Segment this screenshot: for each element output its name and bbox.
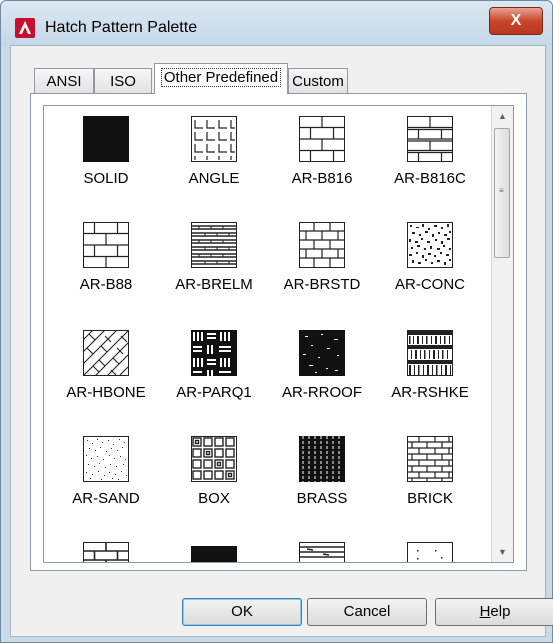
pattern-item-partial-4[interactable] <box>376 532 484 562</box>
pattern-label: BOX <box>198 490 230 507</box>
angle-icon <box>191 116 237 162</box>
help-button[interactable]: Help <box>435 598 553 626</box>
pattern-item-ar-brelm[interactable]: AR-BRELM <box>160 212 268 312</box>
pattern-item-ar-rshke[interactable]: AR-RSHKE <box>376 320 484 420</box>
tab-iso-label: ISO <box>110 73 136 90</box>
autocad-logo-icon <box>15 18 35 38</box>
pattern-item-ar-hbone[interactable]: AR-HBONE <box>52 320 160 420</box>
cancel-button[interactable]: Cancel <box>307 598 427 626</box>
pattern-label: ANGLE <box>188 170 240 187</box>
pattern-item-ar-rroof[interactable]: AR-RROOF <box>268 320 376 420</box>
sand-icon <box>83 436 129 482</box>
pattern-label: SOLID <box>83 170 129 187</box>
tab-ansi[interactable]: ANSI <box>34 68 94 93</box>
dialog-client-area: ANSI ISO Other Predefined Custom SOLID A… <box>10 45 553 637</box>
solid-icon <box>191 546 237 562</box>
hatch-pattern-palette-dialog: Hatch Pattern Palette X ANSI ISO Other P… <box>0 0 553 643</box>
pattern-item-brick[interactable]: BRICK <box>376 426 484 526</box>
brick-icon <box>407 436 453 482</box>
tab-ansi-label: ANSI <box>46 73 82 90</box>
concrete-icon <box>407 222 453 268</box>
pattern-item-partial-1[interactable] <box>52 532 160 562</box>
pattern-grid: SOLID ANGLE AR-B816 AR-B816C AR-B88 AR-B… <box>44 106 492 562</box>
pattern-item-ar-conc[interactable]: AR-CONC <box>376 212 484 312</box>
tab-iso[interactable]: ISO <box>94 68 152 93</box>
brick-icon <box>83 542 129 562</box>
pattern-label: AR-SAND <box>72 490 140 507</box>
brick-icon <box>83 222 129 268</box>
shake-icon <box>407 330 453 376</box>
brick-icon <box>407 116 453 162</box>
roof-icon <box>299 330 345 376</box>
scrollbar-thumb[interactable]: ≡ <box>494 128 510 258</box>
brick-icon <box>299 222 345 268</box>
tab-panel: SOLID ANGLE AR-B816 AR-B816C AR-B88 AR-B… <box>30 93 527 571</box>
tab-other-predefined-label: Other Predefined <box>160 68 282 87</box>
pattern-item-ar-b88[interactable]: AR-B88 <box>52 212 160 312</box>
pattern-item-ar-parq1[interactable]: AR-PARQ1 <box>160 320 268 420</box>
cancel-label: Cancel <box>343 603 391 620</box>
pattern-label: AR-B88 <box>79 276 133 293</box>
pattern-label: AR-B816C <box>394 170 466 187</box>
grip-icon: ≡ <box>499 186 504 195</box>
close-button[interactable]: X <box>489 7 543 35</box>
pattern-label: AR-RROOF <box>282 384 362 401</box>
tab-other-predefined[interactable]: Other Predefined <box>154 63 288 94</box>
pattern-label: BRICK <box>407 490 453 507</box>
ok-button[interactable]: OK <box>182 598 302 626</box>
pattern-label: AR-BRELM <box>175 276 253 293</box>
pattern-item-ar-brstd[interactable]: AR-BRSTD <box>268 212 376 312</box>
pattern-label: AR-RSHKE <box>391 384 469 401</box>
vertical-scrollbar[interactable]: ▲ ≡ ▼ <box>491 106 513 562</box>
window-title: Hatch Pattern Palette <box>45 19 198 36</box>
solid-icon <box>83 116 129 162</box>
pattern-label: AR-PARQ1 <box>176 384 252 401</box>
pattern-icon <box>407 542 453 562</box>
pattern-item-solid[interactable]: SOLID <box>52 106 160 206</box>
scroll-down-arrow-icon[interactable]: ▼ <box>492 542 513 562</box>
pattern-item-ar-b816[interactable]: AR-B816 <box>268 106 376 206</box>
pattern-list[interactable]: SOLID ANGLE AR-B816 AR-B816C AR-B88 AR-B… <box>43 105 514 563</box>
brelm-icon <box>191 222 237 268</box>
tab-custom[interactable]: Custom <box>288 68 348 93</box>
help-label-rest: elp <box>490 603 511 620</box>
ok-label: OK <box>231 603 253 620</box>
parquet-icon <box>191 330 237 376</box>
brass-icon <box>299 436 345 482</box>
pattern-item-ar-b816c[interactable]: AR-B816C <box>376 106 484 206</box>
pattern-icon <box>299 542 345 562</box>
pattern-item-box[interactable]: BOX <box>160 426 268 526</box>
pattern-label: AR-HBONE <box>66 384 146 401</box>
pattern-item-ar-sand[interactable]: AR-SAND <box>52 426 160 526</box>
pattern-item-partial-3[interactable] <box>268 532 376 562</box>
pattern-label: AR-B816 <box>291 170 353 187</box>
pattern-item-partial-2[interactable] <box>160 532 268 562</box>
herringbone-icon <box>83 330 129 376</box>
pattern-label: AR-CONC <box>395 276 465 293</box>
tab-custom-label: Custom <box>292 73 344 90</box>
brick-icon <box>299 116 345 162</box>
scroll-up-arrow-icon[interactable]: ▲ <box>492 106 513 126</box>
help-mnemonic: H <box>479 603 491 620</box>
pattern-item-brass[interactable]: BRASS <box>268 426 376 526</box>
title-bar[interactable]: Hatch Pattern Palette X <box>1 1 552 45</box>
box-icon <box>191 436 237 482</box>
pattern-item-angle[interactable]: ANGLE <box>160 106 268 206</box>
pattern-label: BRASS <box>296 490 348 507</box>
pattern-label: AR-BRSTD <box>283 276 361 293</box>
